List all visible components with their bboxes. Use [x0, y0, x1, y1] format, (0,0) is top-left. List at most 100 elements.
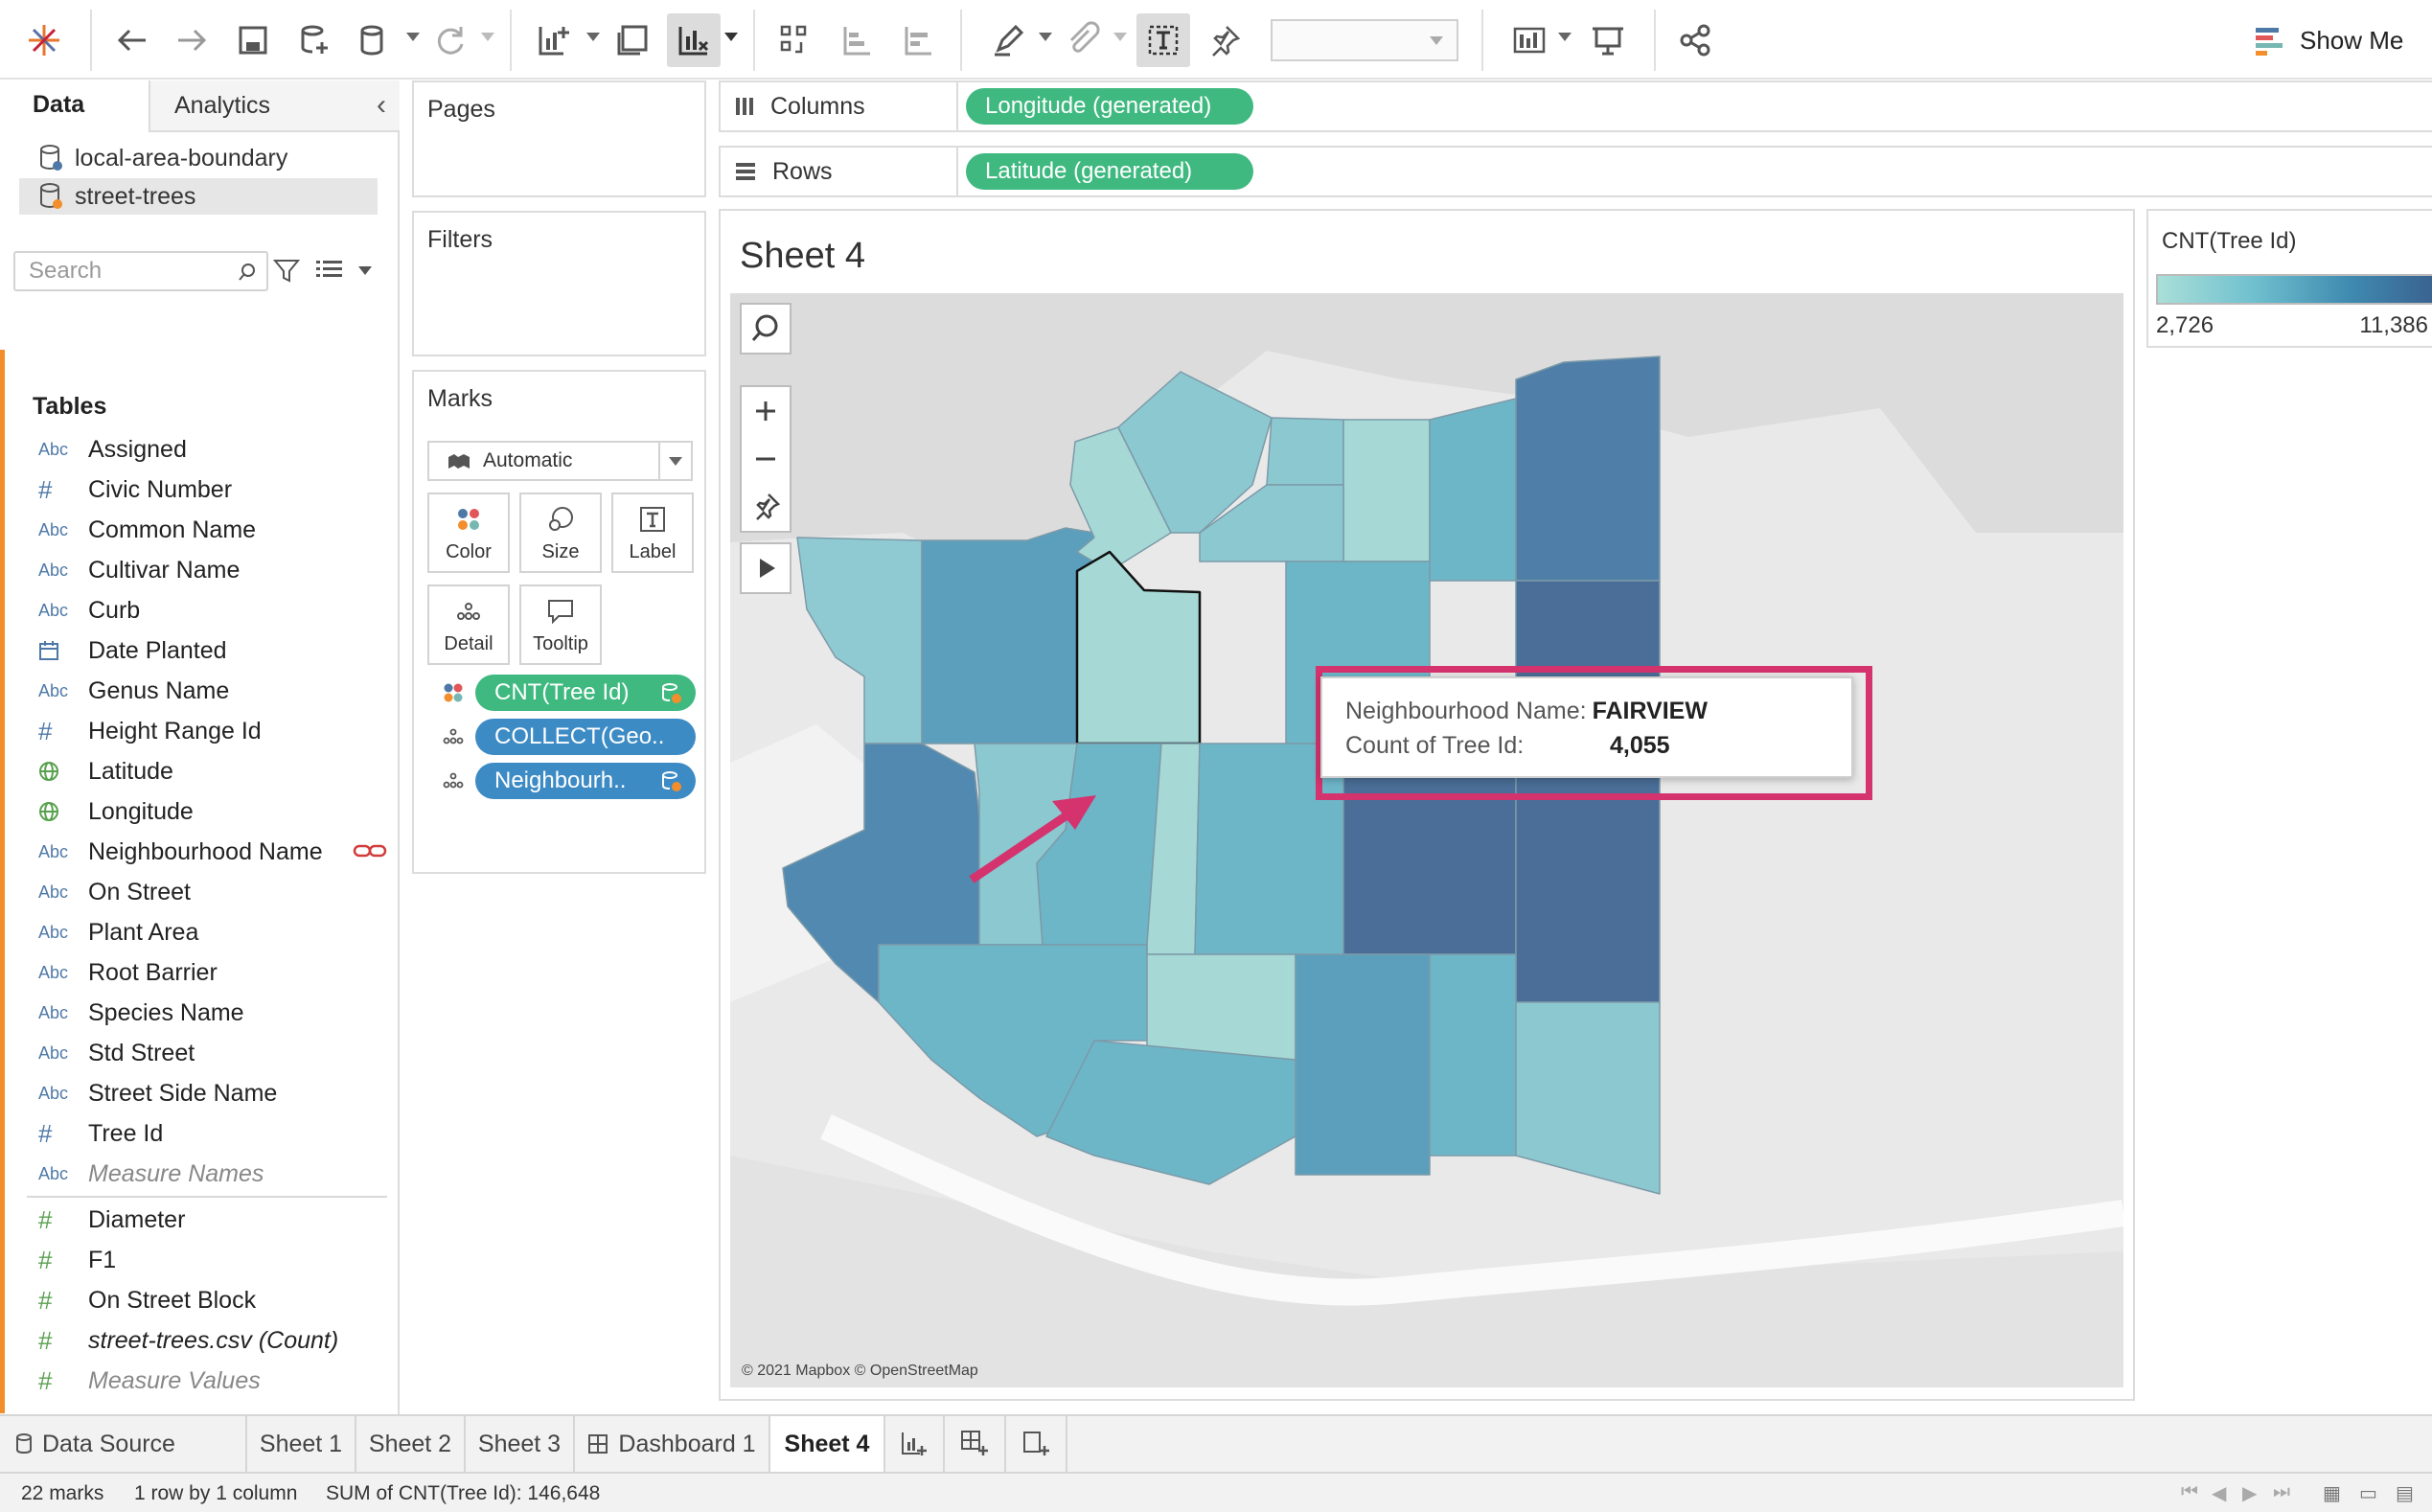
region-victoria-fraserview[interactable]	[1429, 953, 1517, 1157]
tab-data[interactable]: Data	[0, 80, 149, 132]
field-item[interactable]: # street-trees.csv (Count)	[0, 1320, 393, 1361]
field-item[interactable]: Abc Std Street	[0, 1033, 393, 1073]
fit-dropdown[interactable]	[1271, 19, 1458, 61]
tab-sheet-4[interactable]: Sheet 4	[770, 1416, 885, 1472]
new-datasource-icon[interactable]	[287, 13, 341, 67]
card-visibility-icon[interactable]	[1503, 13, 1556, 67]
field-search-input[interactable]: Search	[13, 251, 268, 291]
tab-sheet-3[interactable]: Sheet 3	[466, 1416, 575, 1472]
field-item[interactable]: # Tree Id	[0, 1113, 393, 1154]
field-item[interactable]: # Diameter	[0, 1200, 393, 1240]
tab-analytics[interactable]: Analytics ‹	[149, 80, 400, 132]
collapse-pane-icon[interactable]: ‹	[377, 89, 386, 122]
field-item[interactable]: # F1	[0, 1240, 393, 1280]
detail-button[interactable]: Detail	[427, 584, 510, 665]
field-item[interactable]: Abc Assigned	[0, 429, 393, 470]
tab-data-source[interactable]: Data Source	[0, 1416, 247, 1472]
field-item[interactable]: # Height Range Id	[0, 711, 393, 751]
field-item[interactable]: Date Planted	[0, 630, 393, 671]
field-item[interactable]: Abc Street Side Name	[0, 1073, 393, 1113]
group-members-icon[interactable]	[1056, 13, 1110, 67]
highlight-icon[interactable]	[981, 13, 1035, 67]
datasource-local-area-boundary[interactable]: local-area-boundary	[19, 140, 378, 176]
zoom-out-icon[interactable]	[742, 435, 790, 483]
tab-sheet-1[interactable]: Sheet 1	[247, 1416, 356, 1472]
field-item[interactable]: Abc Species Name	[0, 993, 393, 1033]
field-item[interactable]: Abc Curb	[0, 590, 393, 630]
show-me-button[interactable]: Show Me	[2254, 21, 2403, 59]
filmstrip-view-icon[interactable]: ▦	[2323, 1481, 2341, 1505]
field-item[interactable]: # Measure Values	[0, 1361, 393, 1401]
refresh-icon[interactable]	[424, 13, 477, 67]
pin-map-icon[interactable]	[742, 483, 790, 531]
share-icon[interactable]	[1669, 13, 1723, 67]
swap-rows-columns-icon[interactable]	[769, 13, 822, 67]
pause-updates-icon[interactable]	[347, 13, 401, 67]
region-hastings[interactable]	[1429, 398, 1517, 582]
field-item[interactable]: Abc Genus Name	[0, 671, 393, 711]
pages-card[interactable]: Pages	[412, 80, 706, 197]
pill-collect-geometry[interactable]: COLLECT(Geo..	[443, 719, 696, 755]
field-item[interactable]: # Civic Number	[0, 470, 393, 510]
new-dashboard-tab-button[interactable]	[945, 1416, 1006, 1472]
redo-icon[interactable]	[165, 13, 218, 67]
save-icon[interactable]	[226, 13, 280, 67]
region-grandview[interactable]	[1342, 419, 1431, 562]
tabs-view-icon[interactable]: ▭	[2359, 1481, 2377, 1505]
color-legend[interactable]: CNT(Tree Id) 2,726 11,386	[2146, 209, 2432, 348]
region-strathcona[interactable]	[1266, 417, 1344, 486]
map-search-button[interactable]	[740, 303, 792, 355]
pill-neighbourhood[interactable]: Neighbourh..	[443, 763, 696, 799]
field-item[interactable]: Latitude	[0, 751, 393, 791]
datasource-street-trees[interactable]: street-trees	[19, 178, 378, 215]
columns-shelf[interactable]: Columns Longitude (generated)	[719, 80, 2432, 132]
zoom-in-icon[interactable]	[742, 387, 790, 435]
field-item[interactable]: # On Street Block	[0, 1280, 393, 1320]
field-item[interactable]: Abc Common Name	[0, 510, 393, 550]
map-canvas[interactable]: © 2021 Mapbox © OpenStreetMap	[730, 293, 2123, 1387]
next-sheet-icon[interactable]: ▶	[2242, 1481, 2257, 1505]
map-attribution[interactable]: © 2021 Mapbox © OpenStreetMap	[742, 1363, 978, 1380]
filters-card[interactable]: Filters	[412, 211, 706, 356]
sort-descending-icon[interactable]	[891, 13, 945, 67]
region-hastings-east[interactable]	[1515, 355, 1661, 582]
new-story-tab-button[interactable]	[1006, 1416, 1067, 1472]
tableau-logo-icon[interactable]	[17, 13, 71, 67]
tab-dashboard-1[interactable]: Dashboard 1	[575, 1416, 770, 1472]
field-item[interactable]: Abc Neighbourhood Name	[0, 832, 393, 872]
fix-axes-pin-icon[interactable]	[1198, 13, 1251, 67]
region-sunset[interactable]	[1295, 953, 1431, 1176]
undo-icon[interactable]	[105, 13, 159, 67]
mark-type-dropdown[interactable]: Automatic	[427, 441, 693, 481]
filter-fields-icon[interactable]	[272, 257, 301, 286]
pill-cnt-tree-id[interactable]: CNT(Tree Id)	[444, 675, 696, 711]
pill-latitude[interactable]: Latitude (generated)	[966, 153, 1253, 190]
map-toolbar-expand[interactable]	[740, 542, 792, 594]
presentation-mode-icon[interactable]	[1581, 13, 1635, 67]
rows-shelf[interactable]: Rows Latitude (generated)	[719, 146, 2432, 197]
label-button[interactable]: Label	[611, 493, 694, 573]
size-button[interactable]: Size	[519, 493, 602, 573]
first-sheet-icon[interactable]: ⏮	[2181, 1481, 2198, 1503]
pill-longitude[interactable]: Longitude (generated)	[966, 88, 1253, 125]
tab-sheet-2[interactable]: Sheet 2	[356, 1416, 466, 1472]
sheet-title[interactable]: Sheet 4	[740, 236, 865, 277]
field-item[interactable]: Abc Cultivar Name	[0, 550, 393, 590]
view-options-caret-icon[interactable]	[358, 266, 372, 275]
field-item[interactable]: Abc On Street	[0, 872, 393, 912]
prev-sheet-icon[interactable]: ◀	[2212, 1481, 2226, 1505]
sort-ascending-icon[interactable]	[830, 13, 883, 67]
last-sheet-icon[interactable]: ⏭	[2273, 1481, 2290, 1503]
field-item[interactable]: Abc Root Barrier	[0, 952, 393, 993]
view-list-icon[interactable]	[316, 259, 343, 284]
show-mark-labels-icon[interactable]	[1136, 13, 1190, 67]
tooltip-button[interactable]: Tooltip	[519, 584, 602, 665]
field-item[interactable]: Longitude	[0, 791, 393, 832]
clear-sheet-icon[interactable]	[667, 13, 721, 67]
color-button[interactable]: Color	[427, 493, 510, 573]
duplicate-sheet-icon[interactable]	[606, 13, 659, 67]
field-item[interactable]: Abc Measure Names	[0, 1154, 393, 1194]
region-oakridge[interactable]	[1146, 953, 1296, 1061]
field-item[interactable]: Abc Plant Area	[0, 912, 393, 952]
sheet-sorter-icon[interactable]: ▤	[2396, 1481, 2414, 1505]
